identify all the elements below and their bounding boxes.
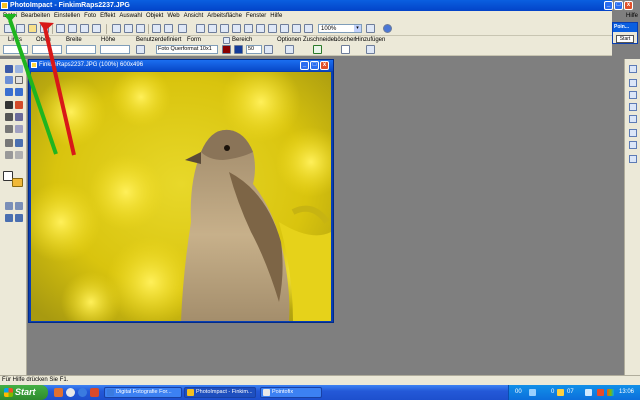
task-digital-fotografie[interactable]: Digital Fotografie For... <box>104 387 182 398</box>
tray-value-2: 0 <box>551 389 555 395</box>
task-photoimpact[interactable]: PhotoImpact - Finkim... <box>184 387 256 398</box>
volume-icon[interactable] <box>557 389 564 396</box>
task-label: Pointofix <box>272 389 294 395</box>
browser-icon <box>107 389 114 396</box>
tray-value-1: 00 <box>515 389 522 395</box>
task-label: Digital Fotografie For... <box>116 389 172 395</box>
quicklaunch-ie-icon[interactable] <box>78 388 87 397</box>
annotation-overlay <box>3 14 76 156</box>
tray-app-icon[interactable] <box>585 389 592 396</box>
task-pointofix[interactable]: Pointofix <box>260 387 322 398</box>
quicklaunch-clock-icon[interactable] <box>66 388 75 397</box>
quicklaunch-app-icon[interactable] <box>90 388 99 397</box>
color-tray-icon[interactable] <box>607 389 614 396</box>
security-icon[interactable] <box>597 389 604 396</box>
start-button[interactable]: Start <box>0 385 48 400</box>
task-label: PhotoImpact - Finkim... <box>196 389 253 395</box>
clock[interactable]: 13:06 <box>619 385 634 400</box>
quicklaunch-media-icon[interactable] <box>54 388 63 397</box>
status-bar: Für Hilfe drücken Sie F1. <box>0 375 640 385</box>
taskbar: Start Digital Fotografie For... PhotoImp… <box>0 385 640 400</box>
windows-logo-icon <box>4 388 13 397</box>
pointofix-icon <box>263 389 270 396</box>
network-icon[interactable] <box>529 389 536 396</box>
system-tray: 00 0 07 13:06 <box>508 385 640 400</box>
status-text: Für Hilfe drücken Sie F1. <box>2 377 69 383</box>
start-label: Start <box>15 387 36 397</box>
photoimpact-app: PhotoImpact - FinkimRaps2237.JPG _ □ x D… <box>0 0 640 400</box>
photoimpact-icon <box>187 389 194 396</box>
tray-value-3: 07 <box>567 389 574 395</box>
